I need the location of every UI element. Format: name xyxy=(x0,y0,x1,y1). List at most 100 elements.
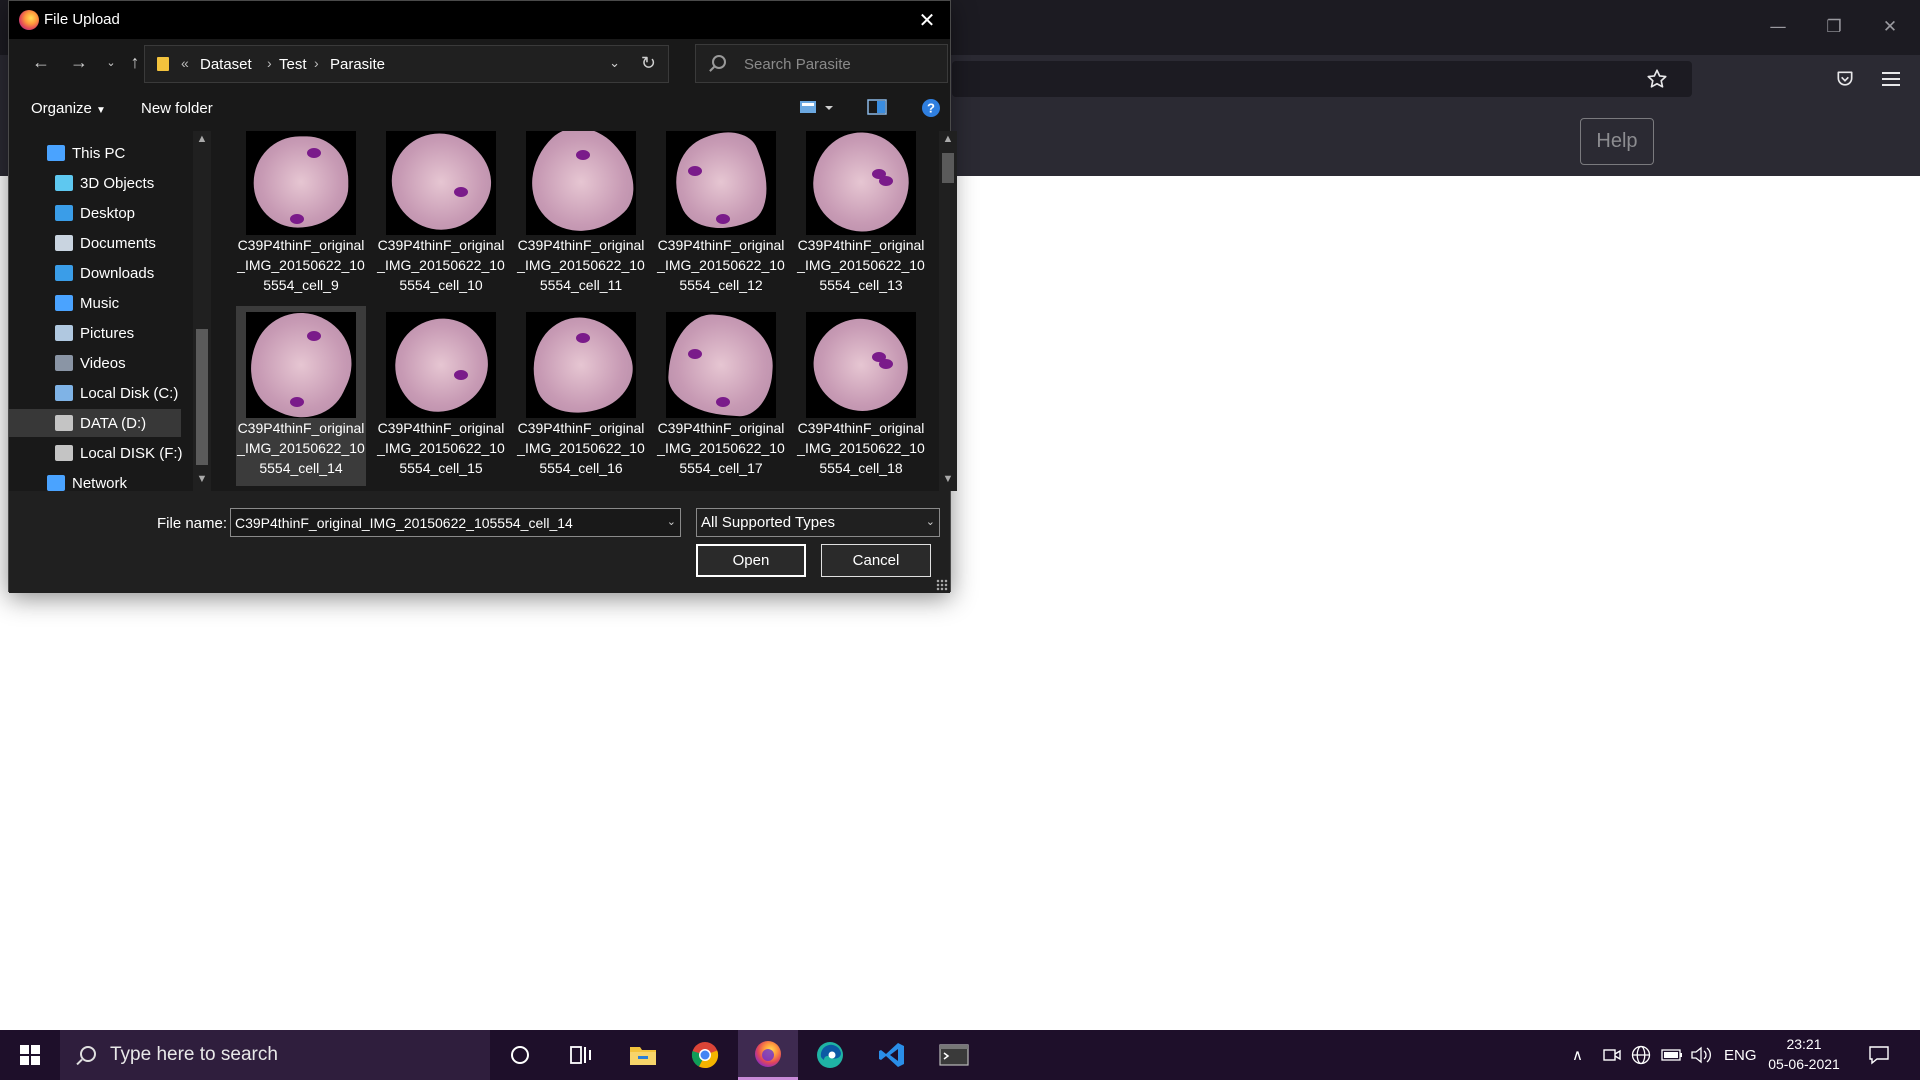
cortana-icon[interactable] xyxy=(490,1030,550,1080)
blood-cell-image xyxy=(233,297,369,433)
meet-now-icon[interactable] xyxy=(1603,1030,1621,1080)
file-name: C39P4thinF_original_IMG_20150622_105554_… xyxy=(797,420,925,476)
help-icon[interactable]: ? xyxy=(921,98,941,123)
scroll-up-icon[interactable]: ▲ xyxy=(193,133,211,149)
taskbar: Type here to search ∧ ENG 23:21 05-06-20… xyxy=(0,1030,1920,1080)
tree-item-label: Pictures xyxy=(80,324,135,342)
forward-arrow-icon[interactable]: → xyxy=(67,50,91,74)
tree-item-label: This PC xyxy=(72,144,126,162)
battery-icon[interactable] xyxy=(1661,1030,1683,1080)
network-globe-icon[interactable] xyxy=(1631,1030,1651,1080)
new-folder-button[interactable]: New folder xyxy=(141,100,213,117)
caret-down-icon: ▼ xyxy=(96,105,106,116)
recent-locations-chevron-icon[interactable]: ⌄ xyxy=(99,50,123,74)
help-button[interactable]: Help xyxy=(1580,118,1654,165)
file-type-value: All Supported Types xyxy=(701,514,835,531)
tree-item-documents[interactable]: Documents xyxy=(9,229,181,257)
file-item[interactable]: C39P4thinF_original_IMG_20150622_105554_… xyxy=(233,297,369,486)
scroll-down-icon[interactable]: ▼ xyxy=(939,473,957,489)
windows-logo-icon xyxy=(20,1045,40,1065)
taskbar-search-placeholder: Type here to search xyxy=(110,1044,278,1065)
breadcrumb-test[interactable]: Test xyxy=(279,56,307,73)
minimize-icon[interactable]: — xyxy=(1758,12,1798,42)
bookmark-star-icon[interactable] xyxy=(1643,65,1671,93)
restore-icon[interactable]: ❐ xyxy=(1814,12,1854,42)
breadcrumb-dataset[interactable]: Dataset xyxy=(200,56,252,73)
search-input[interactable] xyxy=(744,54,934,74)
breadcrumb-parasite[interactable]: Parasite xyxy=(330,56,385,73)
chevron-down-icon[interactable]: ⌄ xyxy=(667,515,676,528)
hamburger-menu-icon[interactable] xyxy=(1877,65,1905,93)
address-bar[interactable]: « Dataset › Test › Parasite ⌄ ↻ xyxy=(144,45,669,83)
navigation-scrollbar[interactable]: ▲ ▼ xyxy=(193,131,211,491)
url-bar[interactable] xyxy=(952,61,1692,97)
tree-item-music[interactable]: Music xyxy=(9,289,181,317)
volume-icon[interactable] xyxy=(1690,1030,1712,1080)
file-grid-scrollbar[interactable]: ▲ ▼ xyxy=(939,131,957,491)
show-hidden-icons-icon[interactable]: ∧ xyxy=(1572,1030,1583,1080)
close-icon[interactable]: ✕ xyxy=(1870,12,1910,42)
chrome-icon[interactable] xyxy=(675,1030,735,1080)
tree-item-local-disk-c[interactable]: Local Disk (C:) xyxy=(9,379,181,407)
task-view-icon[interactable] xyxy=(550,1030,610,1080)
scroll-up-icon[interactable]: ▲ xyxy=(939,133,957,149)
back-arrow-icon[interactable]: ← xyxy=(29,50,53,74)
firefox-icon[interactable] xyxy=(738,1030,798,1080)
organize-button[interactable]: Organize ▼ xyxy=(31,100,106,117)
close-icon[interactable]: ✕ xyxy=(912,5,942,35)
file-item[interactable]: C39P4thinF_original_IMG_20150622_105554_… xyxy=(236,131,366,303)
file-name-input[interactable]: C39P4thinF_original_IMG_20150622_105554_… xyxy=(230,508,681,537)
scrollbar-thumb[interactable] xyxy=(942,153,954,183)
file-item[interactable]: C39P4thinF_original_IMG_20150622_105554_… xyxy=(796,131,926,303)
tree-item-3d-objects[interactable]: 3D Objects xyxy=(9,169,181,197)
tree-item-local-disk-f[interactable]: Local DISK (F:) xyxy=(9,439,183,467)
file-item[interactable]: C39P4thinF_original_IMG_20150622_105554_… xyxy=(516,303,646,486)
pocket-icon[interactable] xyxy=(1831,65,1859,93)
scroll-down-icon[interactable]: ▼ xyxy=(193,473,211,489)
vscode-icon[interactable] xyxy=(862,1030,922,1080)
tree-item-network[interactable]: Network xyxy=(9,469,181,491)
language-indicator[interactable]: ENG xyxy=(1724,1030,1757,1080)
tree-item-desktop[interactable]: Desktop xyxy=(9,199,181,227)
network-icon xyxy=(47,475,65,491)
dialog-titlebar: File Upload ✕ xyxy=(9,1,950,39)
scrollbar-thumb[interactable] xyxy=(196,329,208,465)
tree-item-videos[interactable]: Videos xyxy=(9,349,181,377)
tree-item-downloads[interactable]: Downloads xyxy=(9,259,181,287)
preview-pane-icon[interactable] xyxy=(867,98,887,121)
cube-icon xyxy=(55,175,73,191)
chevron-down-icon[interactable]: ⌄ xyxy=(609,55,620,71)
search-box[interactable] xyxy=(695,44,948,83)
notifications-icon[interactable] xyxy=(1868,1030,1890,1080)
tree-item-data-d[interactable]: DATA (D:) xyxy=(9,409,181,437)
file-item[interactable]: C39P4thinF_original_IMG_20150622_105554_… xyxy=(656,131,786,303)
edge-icon[interactable] xyxy=(800,1030,860,1080)
file-item[interactable]: C39P4thinF_original_IMG_20150622_105554_… xyxy=(796,302,926,486)
parasite-stain-dot xyxy=(290,396,304,407)
file-item[interactable]: C39P4thinF_original_IMG_20150622_105554_… xyxy=(509,131,653,303)
navigation-bar: ← → ⌄ ↑ « Dataset › Test › Parasite ⌄ ↻ xyxy=(9,39,950,85)
resize-grip-icon[interactable] xyxy=(936,579,948,591)
parasite-stain-dot xyxy=(878,358,893,369)
file-name: C39P4thinF_original_IMG_20150622_105554_… xyxy=(657,237,785,293)
tree-item-pictures[interactable]: Pictures xyxy=(9,319,181,347)
taskbar-search[interactable]: Type here to search xyxy=(60,1030,490,1080)
file-item[interactable]: C39P4thinF_original_IMG_20150622_105554_… xyxy=(656,306,786,486)
file-type-select[interactable]: All Supported Types ⌄ xyxy=(696,508,940,537)
terminal-icon[interactable] xyxy=(924,1030,984,1080)
clock[interactable]: 23:21 05-06-2021 xyxy=(1762,1034,1846,1074)
file-explorer-icon[interactable] xyxy=(613,1030,673,1080)
cancel-button[interactable]: Cancel xyxy=(821,544,931,577)
search-icon xyxy=(80,1046,96,1062)
view-options-icon[interactable] xyxy=(799,98,835,121)
start-button[interactable] xyxy=(0,1030,60,1080)
breadcrumb-overflow[interactable]: « xyxy=(181,55,189,71)
file-item[interactable]: C39P4thinF_original_IMG_20150622_105554_… xyxy=(375,299,507,486)
file-name-label: File name: xyxy=(157,515,228,532)
open-button[interactable]: Open xyxy=(696,544,806,577)
tree-item-this-pc[interactable]: This PC xyxy=(9,139,181,167)
tree-item-label: Documents xyxy=(80,234,156,252)
image-thumbnail xyxy=(233,297,369,433)
file-item[interactable]: C39P4thinF_original_IMG_20150622_105554_… xyxy=(376,131,506,303)
refresh-icon[interactable]: ↻ xyxy=(641,53,656,74)
